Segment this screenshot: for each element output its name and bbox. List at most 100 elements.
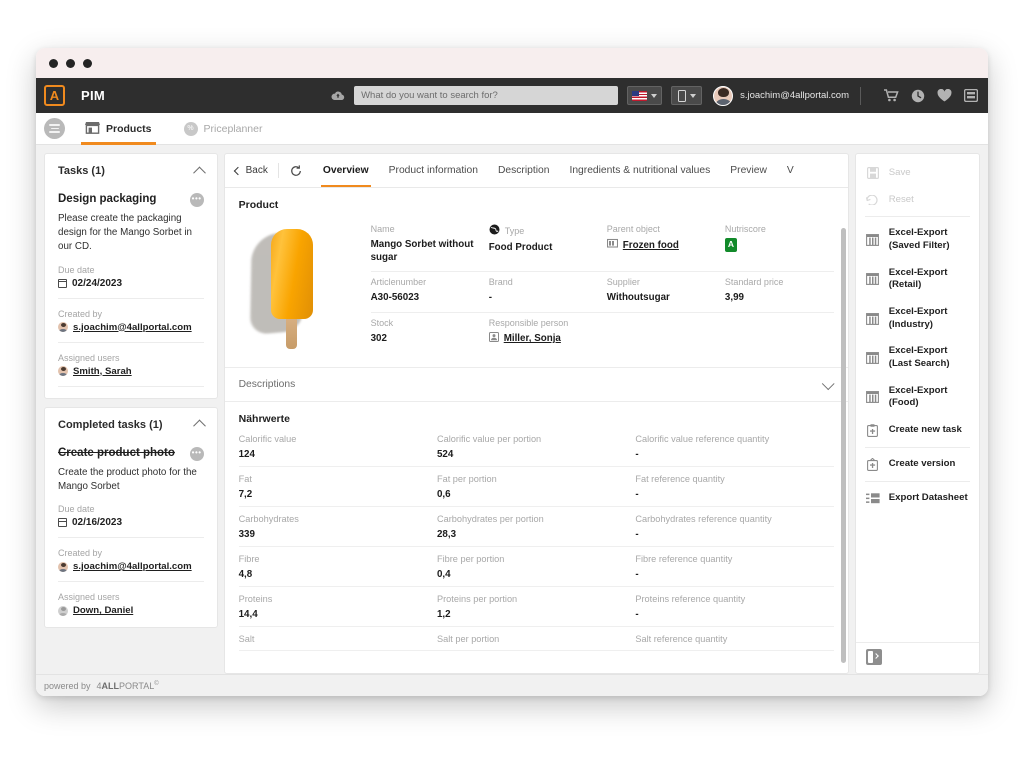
action-excel-export-retail[interactable]: Excel-Export (Retail) bbox=[856, 260, 979, 299]
panel-collapse-icon[interactable] bbox=[865, 649, 882, 665]
action-reset[interactable]: Reset bbox=[856, 187, 979, 214]
us-flag-icon bbox=[632, 90, 648, 101]
field-label: Nutriscore bbox=[724, 224, 766, 234]
field-articlenumber: Articlenumber A30-56023 bbox=[370, 272, 489, 313]
cloud-upload-icon[interactable] bbox=[331, 90, 345, 101]
nutrition-label: Calorific value reference quantity bbox=[635, 433, 770, 444]
module-tab-priceplanner[interactable]: % Priceplanner bbox=[172, 113, 275, 145]
user-icon bbox=[488, 331, 499, 346]
tab-product-information[interactable]: Product information bbox=[379, 154, 488, 187]
nutrition-cell: Salt per portion bbox=[436, 627, 636, 651]
cart-icon[interactable] bbox=[884, 89, 899, 102]
descriptions-section-header[interactable]: Descriptions bbox=[224, 366, 848, 402]
nutrition-value: 14,4 bbox=[238, 608, 258, 620]
field-label: Parent object bbox=[606, 224, 660, 234]
nutrition-label: Proteins bbox=[238, 593, 273, 604]
device-selector[interactable] bbox=[671, 86, 703, 105]
content-scrollbar[interactable] bbox=[840, 228, 846, 663]
task-title-row: Design packaging ••• bbox=[58, 192, 204, 207]
field-value: A bbox=[724, 238, 824, 252]
app-window: A PIM What do you want to search for? s.… bbox=[36, 48, 988, 696]
hamburger-menu-icon[interactable] bbox=[44, 118, 65, 139]
action-excel-export-industry[interactable]: Excel-Export (Industry) bbox=[856, 299, 979, 338]
app-logo-icon[interactable]: A bbox=[44, 85, 65, 106]
clock-icon[interactable] bbox=[911, 89, 925, 103]
tasks-panel: Tasks (1) Design packaging ••• Please cr… bbox=[44, 153, 218, 399]
tab-description[interactable]: Description bbox=[488, 154, 560, 187]
chevron-down-icon[interactable] bbox=[821, 377, 835, 391]
chevron-up-icon[interactable] bbox=[192, 166, 206, 179]
nutrition-value: 339 bbox=[238, 528, 255, 540]
nutrition-value: 28,3 bbox=[436, 528, 457, 540]
task-title-row: Create product photo ••• bbox=[58, 446, 204, 461]
chevron-up-icon[interactable] bbox=[192, 419, 206, 433]
task-created-value: s.joachim@4allportal.com bbox=[58, 322, 204, 333]
nutrition-section: Nährwerte Calorific value 124 Calorific … bbox=[225, 402, 848, 651]
divider bbox=[58, 341, 204, 343]
field-name: Name Mango Sorbet without sugar bbox=[370, 219, 489, 273]
action-excel-export-saved-filter[interactable]: Excel-Export (Saved Filter) bbox=[856, 220, 979, 259]
version-icon bbox=[866, 457, 880, 471]
task-created-by[interactable]: s.joachim@4allportal.com bbox=[73, 561, 192, 572]
window-titlebar bbox=[36, 48, 988, 78]
user-email: s.joachim@4allportal.com bbox=[740, 90, 849, 101]
language-selector[interactable] bbox=[627, 86, 663, 105]
field-standard-price: Standard price 3,99 bbox=[724, 272, 834, 313]
product-fields: Name Mango Sorbet without sugar Type Foo… bbox=[357, 219, 834, 353]
avatar bbox=[58, 605, 68, 616]
field-supplier: Supplier Withoutsugar bbox=[606, 272, 725, 313]
panel-icon[interactable] bbox=[964, 89, 978, 102]
tasks-panel-title: Tasks (1) bbox=[58, 165, 105, 177]
field-label: Name bbox=[370, 224, 395, 234]
action-export-datasheet[interactable]: Export Datasheet bbox=[856, 485, 979, 512]
global-search-input[interactable]: What do you want to search for? bbox=[354, 86, 619, 105]
nutrition-cell: Carbohydrates reference quantity - bbox=[635, 507, 834, 547]
nutrition-label: Fibre bbox=[238, 553, 260, 564]
action-excel-export-last-search[interactable]: Excel-Export (Last Search) bbox=[856, 338, 979, 377]
popsicle-stick bbox=[285, 315, 297, 349]
nutrition-grid: Calorific value 124 Calorific value per … bbox=[238, 427, 834, 651]
task-assigned-user[interactable]: Smith, Sarah bbox=[73, 366, 132, 377]
field-value[interactable]: Frozen food bbox=[606, 238, 715, 252]
task-assigned-user[interactable]: Down, Daniel bbox=[73, 605, 133, 616]
nutrition-cell: Salt reference quantity bbox=[635, 627, 834, 651]
tab-v-truncated[interactable]: V bbox=[777, 154, 804, 187]
nutrition-label: Calorific value bbox=[238, 433, 297, 444]
tab-preview[interactable]: Preview bbox=[720, 154, 777, 187]
popsicle-body bbox=[270, 229, 313, 319]
task-due-date: 02/16/2023 bbox=[72, 517, 123, 529]
back-button[interactable]: Back bbox=[233, 154, 278, 187]
tab-ingredients-nutritional-values[interactable]: Ingredients & nutritional values bbox=[559, 154, 720, 187]
action-create-new-task[interactable]: Create new task bbox=[856, 417, 979, 444]
avatar[interactable] bbox=[713, 85, 734, 106]
field-label: Articlenumber bbox=[370, 277, 427, 288]
task-created-by[interactable]: s.joachim@4allportal.com bbox=[73, 322, 192, 333]
tab-overview[interactable]: Overview bbox=[313, 154, 379, 187]
refresh-icon[interactable] bbox=[279, 154, 313, 187]
content-scroll-area: Product Name Mango Sorbet without sugar … bbox=[224, 188, 848, 673]
window-maximize-dot[interactable] bbox=[83, 58, 92, 68]
completed-tasks-header[interactable]: Completed tasks (1) bbox=[45, 408, 217, 440]
tasks-panel-header[interactable]: Tasks (1) bbox=[45, 154, 217, 186]
task-description: Please create the packaging design for t… bbox=[58, 213, 192, 253]
action-save[interactable]: Save bbox=[856, 160, 979, 187]
field-value[interactable]: Miller, Sonja bbox=[488, 331, 597, 346]
nutrition-label: Calorific value per portion bbox=[436, 433, 542, 444]
nutrition-label: Proteins per portion bbox=[436, 593, 518, 604]
search-placeholder-text: What do you want to search for? bbox=[361, 90, 498, 101]
action-create-version[interactable]: Create version bbox=[856, 451, 979, 478]
window-minimize-dot[interactable] bbox=[66, 58, 75, 68]
heart-icon[interactable] bbox=[937, 89, 952, 102]
task-created-label: Created by bbox=[58, 548, 103, 559]
back-label: Back bbox=[245, 165, 268, 176]
action-excel-export-food[interactable]: Excel-Export (Food) bbox=[856, 378, 979, 417]
ellipsis-icon[interactable]: ••• bbox=[189, 193, 204, 207]
window-close-dot[interactable] bbox=[49, 58, 58, 68]
completed-task-card: Create product photo ••• Create the prod… bbox=[45, 440, 217, 627]
ellipsis-icon[interactable]: ••• bbox=[189, 446, 204, 461]
nutrition-cell: Calorific value per portion 524 bbox=[436, 427, 636, 467]
footer-brand: 4ALLPORTAL© bbox=[97, 681, 159, 691]
nutrition-label: Salt per portion bbox=[436, 633, 500, 644]
module-tab-products[interactable]: Products bbox=[73, 113, 164, 145]
nutrition-cell: Fibre 4,8 bbox=[238, 547, 437, 587]
